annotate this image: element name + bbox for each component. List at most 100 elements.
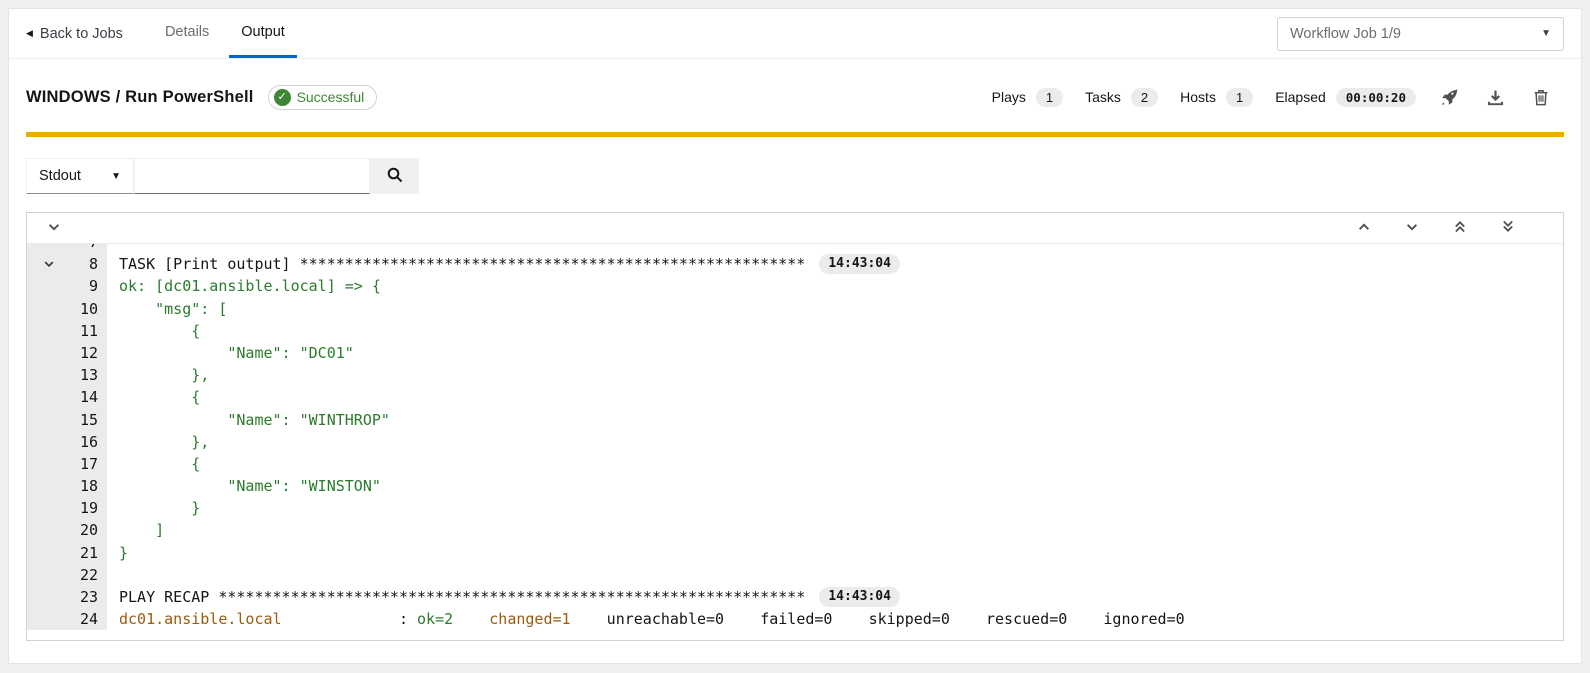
- job-header: WINDOWS / Run PowerShell ✓ Successful Pl…: [9, 62, 1581, 132]
- stat-hosts-label: Hosts: [1180, 89, 1216, 105]
- line-number: 18: [80, 477, 98, 495]
- line-number: 11: [80, 322, 98, 340]
- console-line-22: 22: [27, 564, 1563, 586]
- search-icon: [387, 167, 403, 186]
- line-number-gutter: 15: [27, 409, 107, 431]
- stdout-segment: unreachable=0 failed=0 skipped=0 rescued…: [571, 608, 1185, 630]
- line-content: "Name": "DC01": [107, 342, 354, 364]
- line-number-gutter: 9: [27, 275, 107, 297]
- scroll-controls: [1347, 215, 1553, 241]
- search-input[interactable]: [134, 158, 370, 194]
- console-line-13: 13 },: [27, 364, 1563, 386]
- console-line-15: 15 "Name": "WINTHROP": [27, 409, 1563, 431]
- line-content: ]: [107, 519, 164, 541]
- output-toolbar: [27, 213, 1563, 244]
- stat-plays: Plays 1: [992, 88, 1063, 107]
- relaunch-button[interactable]: [1426, 82, 1472, 112]
- line-content: [107, 564, 119, 586]
- expand-collapse-all-button[interactable]: [37, 215, 71, 241]
- delete-button[interactable]: [1518, 82, 1564, 112]
- line-number-gutter: 24: [27, 608, 107, 630]
- job-status-bar: [26, 132, 1564, 137]
- stdout-segment: PLAY RECAP *****************************…: [119, 586, 805, 608]
- line-content: "msg": [: [107, 298, 227, 320]
- output-filter-value: Stdout: [39, 168, 81, 184]
- double-chevron-up-icon: [1453, 219, 1467, 237]
- workflow-job-select[interactable]: Workflow Job 1/9 ▼: [1277, 17, 1564, 51]
- line-content: ok: [dc01.ansible.local] => {: [107, 275, 381, 297]
- stdout-segment: "Name": "WINSTON": [119, 475, 381, 497]
- line-number: 14: [80, 388, 98, 406]
- page-title: WINDOWS / Run PowerShell: [26, 88, 254, 107]
- line-content: {: [107, 453, 200, 475]
- output-filter-select[interactable]: Stdout ▼: [26, 158, 134, 194]
- line-number: 24: [80, 610, 98, 628]
- tab-output[interactable]: Output: [229, 9, 297, 58]
- rocket-icon: [1441, 89, 1458, 106]
- scroll-to-top-button[interactable]: [1443, 215, 1477, 241]
- scroll-down-button[interactable]: [1395, 215, 1429, 241]
- console-line-21: 21}: [27, 542, 1563, 564]
- line-number: 22: [80, 566, 98, 584]
- line-number: 8: [89, 255, 98, 273]
- stdout-segment: {: [119, 386, 200, 408]
- console-line-18: 18 "Name": "WINSTON": [27, 475, 1563, 497]
- line-number-gutter: 10: [27, 298, 107, 320]
- job-stats: Plays 1 Tasks 2 Hosts 1 Elapsed 00:00:20: [992, 88, 1416, 107]
- stdout-segment: {: [119, 320, 200, 342]
- line-number-gutter: 14: [27, 386, 107, 408]
- line-number: 19: [80, 499, 98, 517]
- tab-details-label: Details: [165, 24, 209, 40]
- stat-tasks-value: 2: [1131, 88, 1158, 107]
- tab-details[interactable]: Details: [153, 9, 221, 58]
- line-number: 20: [80, 521, 98, 539]
- scroll-up-button[interactable]: [1347, 215, 1381, 241]
- line-content: "Name": "WINSTON": [107, 475, 381, 497]
- line-number-gutter: 20: [27, 519, 107, 541]
- stdout-segment: changed=1: [489, 608, 570, 630]
- back-to-jobs-link[interactable]: ◀ Back to Jobs: [26, 9, 123, 58]
- tab-bar: ◀ Back to Jobs Details Output Workflow J…: [9, 9, 1581, 59]
- line-number-gutter: 17: [27, 453, 107, 475]
- line-number: 21: [80, 544, 98, 562]
- stdout-segment: "Name": "DC01": [119, 342, 354, 364]
- download-button[interactable]: [1472, 82, 1518, 112]
- stdout-segment: dc01.ansible.local: [119, 608, 282, 630]
- stat-elapsed: Elapsed 00:00:20: [1275, 88, 1416, 107]
- line-content: },: [107, 364, 209, 386]
- console-line-16: 16 },: [27, 431, 1563, 453]
- stdout-segment: {: [119, 453, 200, 475]
- stdout-segment: [453, 608, 489, 630]
- line-number-gutter: 11: [27, 320, 107, 342]
- console-line-7: 7: [27, 244, 1563, 253]
- stat-plays-label: Plays: [992, 89, 1026, 105]
- collapse-line-icon[interactable]: [39, 253, 59, 275]
- line-content: },: [107, 431, 209, 453]
- scroll-to-bottom-button[interactable]: [1491, 215, 1525, 241]
- stat-plays-value: 1: [1036, 88, 1063, 107]
- status-badge-label: Successful: [297, 89, 365, 105]
- job-actions: [1426, 82, 1564, 112]
- line-number: 23: [80, 588, 98, 606]
- double-chevron-down-icon: [1501, 219, 1515, 237]
- line-number-gutter: 18: [27, 475, 107, 497]
- line-number: 17: [80, 455, 98, 473]
- console-line-20: 20 ]: [27, 519, 1563, 541]
- console-line-23: 23 PLAY RECAP ***************************…: [27, 586, 1563, 608]
- stdout-segment: }: [119, 542, 128, 564]
- chevron-down-icon: ▼: [111, 171, 121, 182]
- timestamp-badge: 14:43:04: [819, 587, 900, 607]
- line-content: }: [107, 497, 200, 519]
- download-icon: [1487, 89, 1504, 106]
- search-button[interactable]: [370, 158, 419, 194]
- job-card: ◀ Back to Jobs Details Output Workflow J…: [8, 8, 1582, 664]
- line-content: [107, 244, 119, 253]
- stat-elapsed-label: Elapsed: [1275, 89, 1326, 105]
- stdout-segment: "msg": [: [119, 298, 227, 320]
- stdout-segment: },: [119, 364, 209, 386]
- console-line-8: 8TASK [Print output] *******************…: [27, 253, 1563, 275]
- output-panel: 78TASK [Print output] ******************…: [26, 212, 1564, 641]
- console-line-10: 10 "msg": [: [27, 298, 1563, 320]
- console-line-11: 11 {: [27, 320, 1563, 342]
- line-number: 16: [80, 433, 98, 451]
